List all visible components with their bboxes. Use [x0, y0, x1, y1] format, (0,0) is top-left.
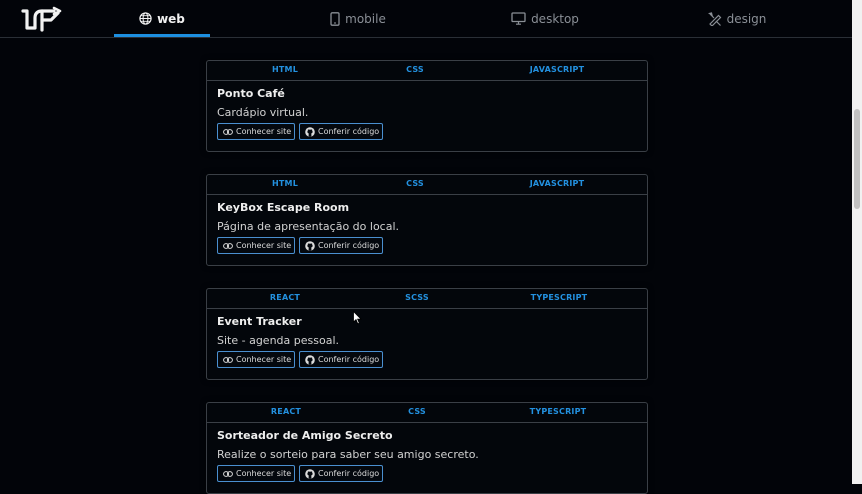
visit-site-label: Conhecer site — [236, 355, 292, 364]
tab-design-label: design — [726, 11, 767, 26]
project-title: Event Tracker — [217, 315, 302, 328]
tech-list: REACT CSS TYPESCRIPT — [207, 403, 647, 423]
tab-web[interactable]: web — [114, 0, 210, 37]
github-icon — [305, 126, 315, 137]
tech-tag: TYPESCRIPT — [530, 293, 588, 302]
tech-tag: CSS — [406, 65, 424, 74]
view-code-label: Conferir código — [318, 355, 380, 364]
monitor-icon — [511, 12, 526, 25]
tech-tag: JAVASCRIPT — [529, 179, 585, 188]
project-card: HTML CSS JAVASCRIPT KeyBox Escape Room P… — [206, 174, 648, 266]
visit-site-button[interactable]: Conhecer site — [217, 351, 295, 368]
phone-icon — [330, 11, 340, 26]
link-icon — [223, 128, 233, 135]
project-title: Ponto Café — [217, 87, 285, 100]
tech-tag: REACT — [270, 407, 302, 416]
tab-web-label: web — [157, 11, 185, 26]
logo-icon[interactable] — [20, 4, 68, 34]
tech-tag: CSS — [408, 407, 426, 416]
pen-ruler-icon — [707, 11, 721, 26]
project-title: KeyBox Escape Room — [217, 201, 350, 214]
tech-tag: TYPESCRIPT — [529, 407, 587, 416]
project-card: HTML CSS JAVASCRIPT Ponto Café Cardápio … — [206, 60, 648, 152]
visit-site-button[interactable]: Conhecer site — [217, 123, 295, 140]
view-code-button[interactable]: Conferir código — [299, 237, 383, 254]
scrollbar-thumb[interactable] — [854, 109, 860, 209]
view-code-label: Conferir código — [318, 469, 380, 478]
view-code-button[interactable]: Conferir código — [299, 351, 383, 368]
tech-tag: CSS — [406, 179, 424, 188]
tech-tag: SCSS — [405, 293, 429, 302]
view-code-label: Conferir código — [318, 127, 380, 136]
github-icon — [305, 468, 315, 479]
link-icon — [223, 470, 233, 477]
link-icon — [223, 356, 233, 363]
mouse-cursor-icon — [353, 311, 362, 325]
page-scrollbar[interactable] — [852, 0, 862, 484]
tech-tag: HTML — [271, 65, 299, 74]
project-card: REACT CSS TYPESCRIPT Sorteador de Amigo … — [206, 402, 648, 494]
project-title: Sorteador de Amigo Secreto — [217, 429, 393, 442]
tech-tag: REACT — [269, 293, 301, 302]
project-description: Site - agenda pessoal. — [217, 334, 339, 347]
tab-design[interactable]: design — [700, 0, 774, 37]
visit-site-button[interactable]: Conhecer site — [217, 237, 295, 254]
visit-site-button[interactable]: Conhecer site — [217, 465, 295, 482]
tech-list: REACT SCSS TYPESCRIPT — [207, 289, 647, 309]
tech-list: HTML CSS JAVASCRIPT — [207, 175, 647, 195]
project-description: Página de apresentação do local. — [217, 220, 400, 233]
tech-list: HTML CSS JAVASCRIPT — [207, 61, 647, 81]
top-nav-bar: web mobile desktop design — [0, 0, 852, 38]
tab-desktop[interactable]: desktop — [505, 0, 585, 37]
view-code-button[interactable]: Conferir código — [299, 123, 383, 140]
project-description: Realize o sorteio para saber seu amigo s… — [217, 448, 479, 461]
globe-icon — [139, 12, 152, 25]
github-icon — [305, 240, 315, 251]
visit-site-label: Conhecer site — [236, 127, 292, 136]
link-icon — [223, 242, 233, 249]
tab-mobile[interactable]: mobile — [318, 0, 398, 37]
github-icon — [305, 354, 315, 365]
view-code-button[interactable]: Conferir código — [299, 465, 383, 482]
visit-site-label: Conhecer site — [236, 241, 292, 250]
visit-site-label: Conhecer site — [236, 469, 292, 478]
project-card: REACT SCSS TYPESCRIPT Event Tracker Site… — [206, 288, 648, 380]
tab-mobile-label: mobile — [345, 11, 386, 26]
view-code-label: Conferir código — [318, 241, 380, 250]
active-tab-indicator — [114, 34, 210, 37]
tech-tag: HTML — [271, 179, 299, 188]
project-description: Cardápio virtual. — [217, 106, 309, 119]
tech-tag: JAVASCRIPT — [529, 65, 585, 74]
tab-desktop-label: desktop — [531, 11, 579, 26]
